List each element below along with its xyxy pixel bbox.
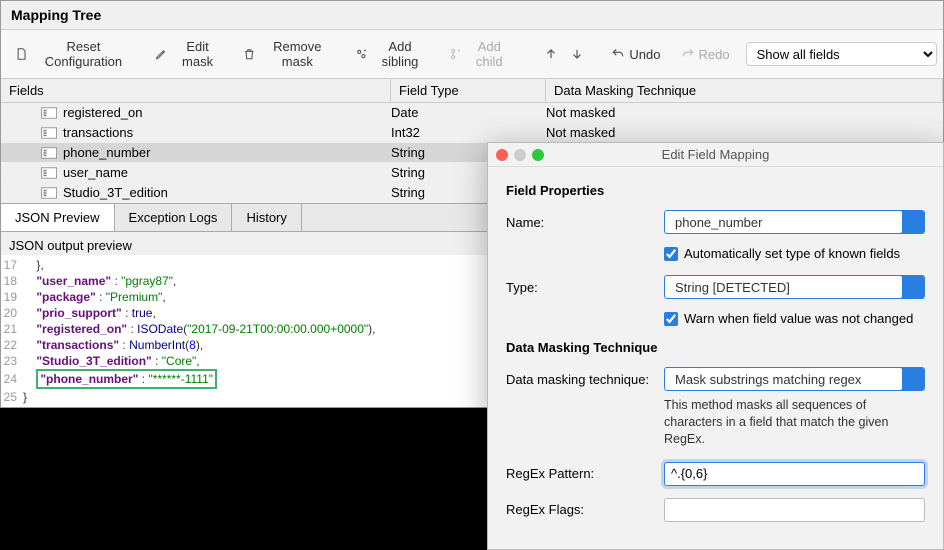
edit-label: Edit mask [172,39,223,69]
regex-input[interactable] [664,462,925,486]
arrow-up-icon [544,47,558,61]
type-label: Type: [506,280,654,295]
col-type: Field Type [391,79,546,102]
warn-label: Warn when field value was not changed [684,311,913,326]
table-row[interactable]: transactions Int32Not masked [1,123,943,143]
col-fields: Fields [1,79,391,102]
panel-title: Mapping Tree [1,1,943,30]
table-row[interactable]: registered_on DateNot masked [1,103,943,123]
tab-exception-logs[interactable]: Exception Logs [115,204,233,231]
field-name: phone_number [63,145,150,160]
trash-icon [243,47,256,61]
field-name: registered_on [63,105,143,120]
field-type-icon [41,167,57,179]
edit-mask-button[interactable]: Edit mask [147,35,231,73]
reset-label: Reset Configuration [32,39,136,69]
add-child-button: Add child [441,35,522,73]
edit-field-mapping-dialog: Edit Field Mapping Field Properties Name… [487,142,944,550]
remove-mask-button[interactable]: Remove mask [235,35,343,73]
type-select[interactable]: String [DETECTED] [664,275,925,299]
redo-label: Redo [699,47,730,62]
move-down-button[interactable] [566,45,588,63]
regex-label: RegEx Pattern: [506,466,654,481]
field-type: Date [391,105,546,120]
table-header: Fields Field Type Data Masking Technique [1,79,943,103]
move-up-button[interactable] [540,45,562,63]
add-sibling-icon [355,47,368,61]
undo-label: Undo [629,47,660,62]
field-name: transactions [63,125,133,140]
arrow-down-icon [570,47,584,61]
dialog-titlebar: Edit Field Mapping [488,143,943,167]
redo-button: Redo [673,43,738,66]
field-name: user_name [63,165,128,180]
tab-history[interactable]: History [232,204,301,231]
remove-label: Remove mask [260,39,335,69]
warn-checkbox[interactable] [664,312,678,326]
section-data-masking: Data Masking Technique [506,340,925,355]
reset-button[interactable]: Reset Configuration [7,35,143,73]
field-type-icon [41,127,57,139]
filter-select[interactable]: Show all fields [746,42,937,66]
name-select[interactable]: phone_number [664,210,925,234]
redo-icon [681,47,695,61]
dmt-select[interactable]: Mask substrings matching regex [664,367,925,391]
field-type-icon [41,187,57,199]
pencil-icon [155,47,168,61]
field-mask: Not masked [546,105,943,120]
field-type-icon [41,147,57,159]
field-type: Int32 [391,125,546,140]
name-label: Name: [506,215,654,230]
tab-json-preview[interactable]: JSON Preview [1,204,115,231]
add-sibling-label: Add sibling [371,39,428,69]
flags-label: RegEx Flags: [506,502,654,517]
field-mask: Not masked [546,125,943,140]
section-field-properties: Field Properties [506,183,925,198]
add-sibling-button[interactable]: Add sibling [347,35,437,73]
toolbar: Reset Configuration Edit mask Remove mas… [1,30,943,79]
flags-input[interactable] [664,498,925,522]
col-mask: Data Masking Technique [546,79,943,102]
auto-type-checkbox[interactable] [664,247,678,261]
undo-icon [611,47,625,61]
undo-button[interactable]: Undo [603,43,668,66]
dmt-label: Data masking technique: [506,372,654,387]
document-icon [15,47,28,61]
field-type-icon [41,107,57,119]
auto-type-label: Automatically set type of known fields [684,246,900,261]
dialog-title: Edit Field Mapping [488,147,943,162]
add-child-icon [449,47,462,61]
field-name: Studio_3T_edition [63,185,168,200]
add-child-label: Add child [465,39,513,69]
dmt-description: This method masks all sequences of chara… [664,397,925,448]
